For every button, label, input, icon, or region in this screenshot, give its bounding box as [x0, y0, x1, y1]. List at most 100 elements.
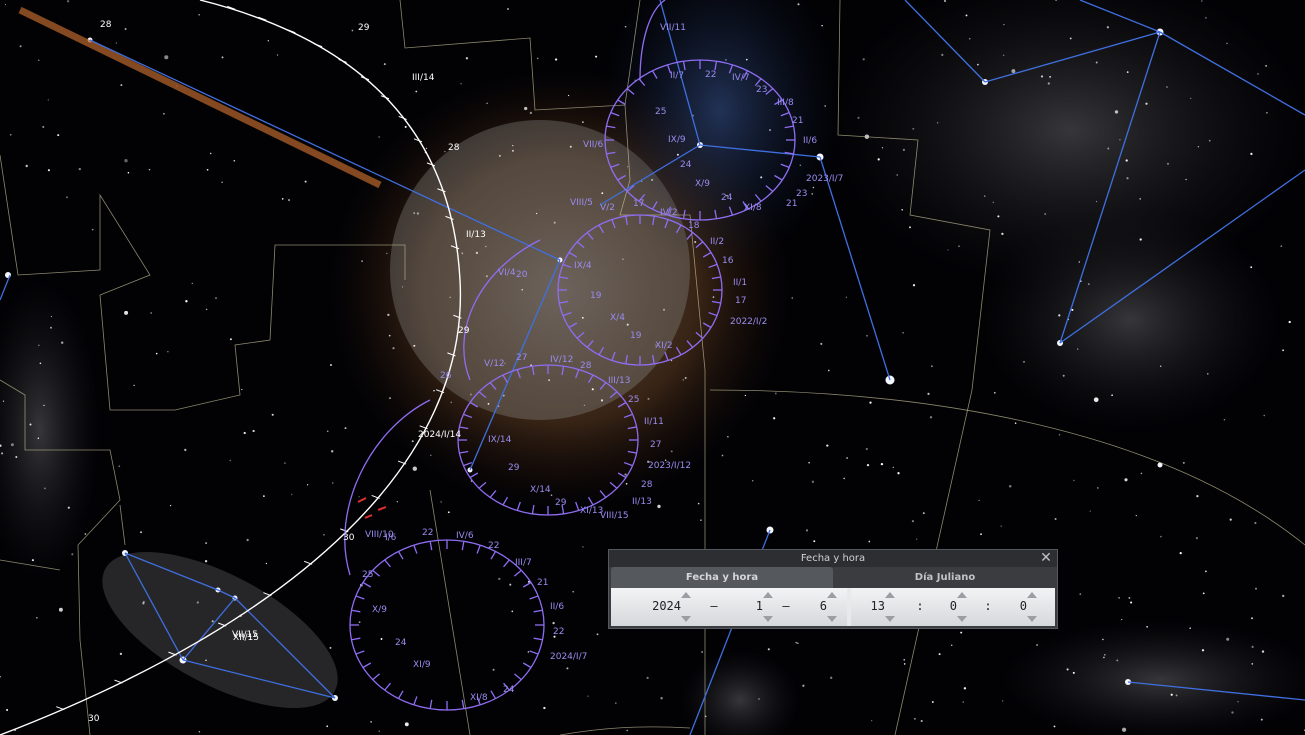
star [57, 134, 60, 137]
star [344, 427, 347, 430]
star [276, 54, 279, 56]
hour-value[interactable]: 13 [853, 599, 885, 613]
star [326, 725, 329, 728]
sky-label: 28 [580, 361, 592, 371]
star [554, 58, 558, 61]
month-down-arrow-icon[interactable] [763, 616, 773, 622]
sky-label: V/2 [600, 203, 615, 213]
hour-down-arrow-icon[interactable] [885, 616, 895, 622]
star [1003, 23, 1005, 26]
year-down-arrow-icon[interactable] [681, 616, 691, 622]
day-value[interactable]: 6 [797, 599, 827, 613]
minute-down-arrow-icon[interactable] [957, 616, 967, 622]
star [866, 463, 870, 467]
day-up-arrow-icon[interactable] [827, 592, 837, 598]
star [962, 701, 964, 703]
star [1166, 86, 1168, 88]
star [1102, 638, 1104, 641]
year-spinbox[interactable]: 2024 [639, 588, 697, 626]
tick [338, 58, 347, 63]
star [287, 199, 291, 202]
day-down-arrow-icon[interactable] [827, 616, 837, 622]
date-time-fields: 2024 – 1 – 6 13 : 0: 0 [611, 588, 1055, 626]
star [868, 540, 871, 543]
star [846, 457, 848, 459]
sky-label: XI/2 [655, 341, 673, 351]
bright-star [5, 272, 11, 278]
star [1114, 110, 1119, 114]
star [326, 430, 329, 433]
tab-julian-day[interactable]: Día Juliano [833, 567, 1057, 588]
star [25, 164, 28, 168]
star [265, 562, 268, 565]
star [332, 482, 334, 484]
tab-date-time[interactable]: Fecha y hora [611, 567, 833, 588]
sky-label: 24 [721, 193, 733, 203]
sky-label: 29 [508, 463, 520, 473]
hour-up-arrow-icon[interactable] [885, 592, 895, 598]
second-up-arrow-icon[interactable] [1027, 592, 1037, 598]
star [358, 621, 361, 623]
tick [522, 581, 532, 588]
dialog-tabs: Fecha y hora Día Juliano [609, 567, 1057, 588]
month-spinbox[interactable]: 1 [729, 588, 779, 626]
date-time-dialog[interactable]: Fecha y hora ✕ Fecha y hora Día Juliano … [608, 549, 1058, 629]
year-value[interactable]: 2024 [639, 599, 681, 613]
star [44, 487, 46, 490]
star [1116, 659, 1119, 662]
tick [490, 690, 497, 699]
hour-spinbox[interactable]: 13 [853, 588, 901, 626]
star [978, 499, 980, 502]
star [877, 158, 880, 161]
dialog-title[interactable]: Fecha y hora ✕ [609, 550, 1057, 567]
star [914, 718, 916, 720]
sky-label: 17 [633, 199, 644, 209]
second-down-arrow-icon[interactable] [1027, 616, 1037, 622]
star [1125, 159, 1128, 162]
star [206, 168, 209, 171]
star [812, 186, 815, 189]
star [993, 391, 996, 394]
star [449, 296, 451, 299]
minute-value[interactable]: 0 [927, 599, 957, 613]
star [1058, 314, 1061, 317]
star [143, 600, 145, 603]
star [139, 531, 143, 534]
sky-label: III/14 [412, 73, 435, 83]
sky-label: II/1 [733, 278, 747, 288]
sky-label: 24 [680, 160, 692, 170]
year-up-arrow-icon[interactable] [681, 592, 691, 598]
star [1053, 725, 1056, 728]
star [209, 152, 212, 155]
star [799, 164, 802, 167]
star [351, 29, 354, 32]
star [233, 159, 236, 162]
star [0, 676, 1, 678]
sky-label: 17 [735, 296, 746, 306]
second-spinbox[interactable]: 0 [997, 588, 1043, 626]
star [1197, 146, 1200, 148]
second-value[interactable]: 0 [997, 599, 1027, 613]
close-icon[interactable]: ✕ [1039, 550, 1053, 567]
tick [503, 559, 510, 568]
star [909, 226, 911, 229]
sky-label: IV/6 [456, 531, 474, 541]
minute-spinbox[interactable]: 0 [927, 588, 973, 626]
sky-label: IX/14 [488, 435, 512, 445]
star [169, 504, 172, 507]
star [768, 129, 772, 132]
star [19, 45, 22, 48]
tick [362, 662, 372, 669]
month-value[interactable]: 1 [729, 599, 763, 613]
month-up-arrow-icon[interactable] [763, 592, 773, 598]
tick [513, 569, 522, 577]
star [118, 465, 121, 468]
sky-label: X/9 [372, 605, 387, 615]
minute-up-arrow-icon[interactable] [957, 592, 967, 598]
day-spinbox[interactable]: 6 [797, 588, 843, 626]
star [821, 24, 823, 27]
star [284, 462, 286, 464]
star [808, 461, 810, 464]
star [465, 57, 469, 60]
sky-label: 21 [537, 578, 548, 588]
